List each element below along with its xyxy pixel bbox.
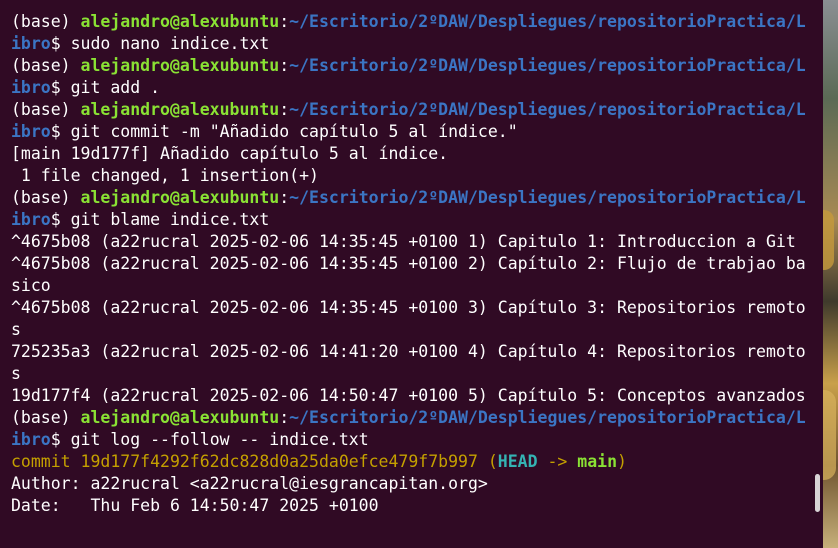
terminal-text: s	[11, 320, 21, 339]
terminal-text: $ git log --follow -- indice.txt	[50, 430, 369, 449]
terminal-line: ibro$ git blame indice.txt	[11, 209, 811, 231]
terminal-text: :	[279, 100, 290, 119]
terminal-line: (base) alejandro@alexubuntu:~/Escritorio…	[11, 187, 811, 209]
prompt-path: ibro	[11, 34, 51, 53]
prompt-path: ibro	[11, 430, 51, 449]
terminal-line: (base) alejandro@alexubuntu:~/Escritorio…	[11, 407, 811, 429]
highlighted-text: )	[617, 452, 627, 471]
terminal-text: (base)	[11, 188, 81, 207]
terminal-text: ^4675b08 (a22rucral 2025-02-06 14:35:45 …	[11, 254, 806, 273]
terminal-text: sico	[11, 276, 51, 295]
terminal-text: $ git blame indice.txt	[50, 210, 270, 229]
terminal-text: $ git add .	[50, 78, 161, 97]
prompt-path: ~/Escritorio/2ºDAW/Despliegues/repositor…	[289, 188, 806, 207]
terminal-text: (base)	[11, 408, 81, 427]
terminal-line: ibro$ git add .	[11, 77, 811, 99]
terminal-text: 19d177f4 (a22rucral 2025-02-06 14:50:47 …	[11, 386, 806, 405]
prompt-path: ibro	[11, 78, 51, 97]
terminal-scrollbar[interactable]	[815, 474, 820, 512]
terminal-text: $ sudo nano indice.txt	[50, 34, 270, 53]
terminal-text: :	[279, 12, 290, 31]
terminal-text: 1 file changed, 1 insertion(+)	[11, 166, 319, 185]
terminal-line: ^4675b08 (a22rucral 2025-02-06 14:35:45 …	[11, 231, 811, 253]
terminal-line: commit 19d177f4292f62dc828d0a25da0efce47…	[11, 451, 811, 473]
terminal-line: 725235a3 (a22rucral 2025-02-06 14:41:20 …	[11, 341, 811, 363]
terminal-line: 1 file changed, 1 insertion(+)	[11, 165, 811, 187]
prompt-path: ibro	[11, 122, 51, 141]
terminal-line: Date: Thu Feb 6 14:50:47 2025 +0100	[11, 495, 811, 517]
terminal-line: ^4675b08 (a22rucral 2025-02-06 14:35:45 …	[11, 297, 811, 319]
prompt-user: alejandro@alexubuntu	[80, 12, 280, 31]
terminal-text: $ git commit -m "Añadido capítulo 5 al í…	[50, 122, 518, 141]
highlighted-text: ->	[537, 452, 578, 471]
prompt-path: ~/Escritorio/2ºDAW/Despliegues/repositor…	[289, 56, 806, 75]
terminal-text: 725235a3 (a22rucral 2025-02-06 14:41:20 …	[11, 342, 806, 361]
terminal-text: [main 19d177f] Añadido capítulo 5 al índ…	[11, 144, 449, 163]
highlighted-text: HEAD	[497, 452, 538, 471]
prompt-path: ~/Escritorio/2ºDAW/Despliegues/repositor…	[289, 408, 806, 427]
terminal-text: Author: a22rucral <a22rucral@iesgrancapi…	[11, 474, 488, 493]
terminal-text: s	[11, 364, 21, 383]
terminal-line: s	[11, 319, 811, 341]
terminal-line: Author: a22rucral <a22rucral@iesgrancapi…	[11, 473, 811, 495]
prompt-user: alejandro@alexubuntu	[80, 408, 280, 427]
highlighted-text: commit 19d177f4292f62dc828d0a25da0efce47…	[11, 452, 498, 471]
terminal-line: ibro$ sudo nano indice.txt	[11, 33, 811, 55]
terminal-line: 19d177f4 (a22rucral 2025-02-06 14:50:47 …	[11, 385, 811, 407]
terminal-text: :	[279, 408, 290, 427]
terminal-output: (base) alejandro@alexubuntu:~/Escritorio…	[11, 11, 811, 517]
terminal-line: (base) alejandro@alexubuntu:~/Escritorio…	[11, 11, 811, 33]
terminal-text: :	[279, 56, 290, 75]
terminal-line: (base) alejandro@alexubuntu:~/Escritorio…	[11, 55, 811, 77]
prompt-path: ~/Escritorio/2ºDAW/Despliegues/repositor…	[289, 12, 806, 31]
terminal-line: ibro$ git commit -m "Añadido capítulo 5 …	[11, 121, 811, 143]
terminal-text: (base)	[11, 56, 81, 75]
terminal-window[interactable]: (base) alejandro@alexubuntu:~/Escritorio…	[0, 0, 823, 548]
prompt-path: ibro	[11, 210, 51, 229]
terminal-line: s	[11, 363, 811, 385]
terminal-text: Date: Thu Feb 6 14:50:47 2025 +0100	[11, 496, 379, 515]
terminal-line: ^4675b08 (a22rucral 2025-02-06 14:35:45 …	[11, 253, 811, 275]
prompt-user: alejandro@alexubuntu	[80, 56, 280, 75]
prompt-user: alejandro@alexubuntu	[80, 188, 280, 207]
prompt-user: alejandro@alexubuntu	[80, 100, 280, 119]
terminal-line: sico	[11, 275, 811, 297]
terminal-line: [main 19d177f] Añadido capítulo 5 al índ…	[11, 143, 811, 165]
terminal-line: (base) alejandro@alexubuntu:~/Escritorio…	[11, 99, 811, 121]
prompt-path: ~/Escritorio/2ºDAW/Despliegues/repositor…	[289, 100, 806, 119]
terminal-text: ^4675b08 (a22rucral 2025-02-06 14:35:45 …	[11, 232, 796, 251]
highlighted-text: main	[577, 452, 618, 471]
terminal-line: ibro$ git log --follow -- indice.txt	[11, 429, 811, 451]
terminal-text: ^4675b08 (a22rucral 2025-02-06 14:35:45 …	[11, 298, 806, 317]
terminal-text: (base)	[11, 100, 81, 119]
terminal-text: (base)	[11, 12, 81, 31]
terminal-text: :	[279, 188, 290, 207]
